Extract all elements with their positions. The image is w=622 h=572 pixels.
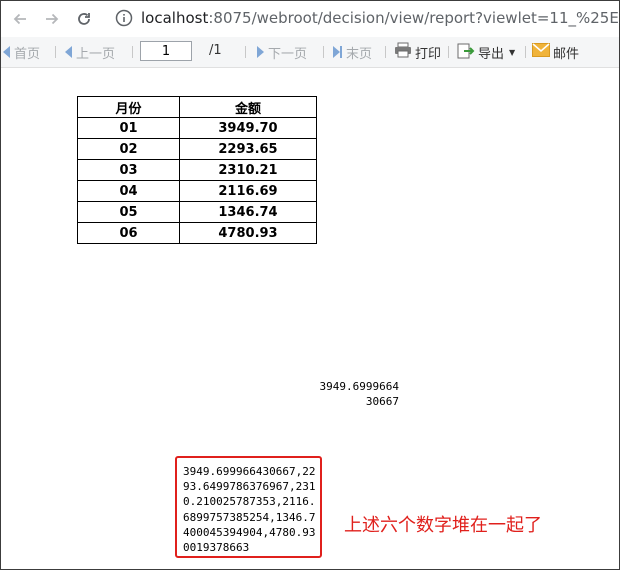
printer-icon	[394, 42, 412, 62]
concatenated-values-text: 3949.699966430667,2293.6499786376967,231…	[183, 465, 316, 555]
last-page-bar	[340, 46, 342, 58]
month-cell: 05	[77, 201, 180, 223]
table-row: 05 1346.74	[77, 201, 317, 223]
back-arrow-icon[interactable]	[9, 8, 31, 30]
first-page-icon	[3, 46, 10, 58]
browser-address-bar: localhost:8075/webroot/decision/view/rep…	[1, 1, 619, 38]
divider	[132, 46, 133, 58]
table-row: 03 2310.21	[77, 159, 317, 181]
annotation-text: 上述六个数字堆在一起了	[344, 515, 542, 536]
floating-value-text: 3949.699966430667	[319, 380, 399, 408]
table-row: 01 3949.70	[77, 117, 317, 139]
prev-page-label: 上一页	[76, 46, 116, 62]
next-page-button[interactable]: 下一页	[257, 43, 308, 62]
month-cell: 04	[77, 180, 180, 202]
amount-cell: 2116.69	[179, 180, 317, 202]
report-table: 月份 金额 01 3949.70 02 2293.65 03 2310.21 0…	[77, 96, 317, 244]
amount-cell: 2310.21	[179, 159, 317, 181]
table-header-row: 月份 金额	[77, 96, 317, 118]
divider	[323, 46, 324, 58]
divider	[245, 46, 246, 58]
url-host: localhost	[141, 9, 209, 27]
chevron-down-icon: ▼	[509, 47, 516, 57]
amount-cell: 4780.93	[179, 222, 317, 244]
report-toolbar: 首页 上一页 /1 下一页 末页 打印 导出 ▼	[1, 37, 619, 68]
table-row: 02 2293.65	[77, 138, 317, 160]
next-page-label: 下一页	[268, 46, 308, 62]
column-header-month: 月份	[77, 96, 180, 118]
export-label: 导出	[478, 46, 505, 62]
last-page-button[interactable]: 末页	[333, 43, 373, 62]
print-label: 打印	[415, 46, 442, 62]
page-total: /1	[209, 43, 222, 58]
print-button[interactable]: 打印	[394, 42, 442, 62]
mail-button[interactable]: 邮件	[532, 43, 580, 62]
last-page-icon	[333, 46, 340, 58]
url-path: :8075/webroot/decision/view/report?viewl…	[208, 9, 619, 27]
first-page-button[interactable]: 首页	[3, 43, 41, 62]
export-button[interactable]: 导出 ▼	[457, 42, 516, 63]
browser-window: localhost:8075/webroot/decision/view/rep…	[0, 0, 620, 570]
table-row: 04 2116.69	[77, 180, 317, 202]
amount-cell: 3949.70	[179, 117, 317, 139]
reload-icon[interactable]	[73, 8, 95, 30]
prev-page-icon	[65, 46, 72, 58]
divider	[55, 46, 56, 58]
next-page-icon	[257, 46, 264, 58]
month-cell: 02	[77, 138, 180, 160]
last-page-label: 末页	[346, 46, 373, 62]
divider	[525, 46, 526, 58]
mail-icon	[532, 43, 550, 61]
divider	[385, 46, 386, 58]
url-field[interactable]: localhost:8075/webroot/decision/view/rep…	[141, 9, 619, 27]
amount-cell: 1346.74	[179, 201, 317, 223]
month-cell: 03	[77, 159, 180, 181]
month-cell: 06	[77, 222, 180, 244]
amount-cell: 2293.65	[179, 138, 317, 160]
page-number-input[interactable]	[140, 41, 192, 61]
info-icon[interactable]	[115, 9, 135, 29]
first-page-label: 首页	[14, 46, 41, 62]
month-cell: 01	[77, 117, 180, 139]
mail-label: 邮件	[553, 46, 580, 62]
prev-page-button[interactable]: 上一页	[65, 43, 116, 62]
forward-arrow-icon[interactable]	[41, 8, 63, 30]
column-header-amount: 金额	[179, 96, 317, 118]
divider	[448, 46, 449, 58]
table-row: 06 4780.93	[77, 222, 317, 244]
export-icon	[457, 42, 475, 63]
